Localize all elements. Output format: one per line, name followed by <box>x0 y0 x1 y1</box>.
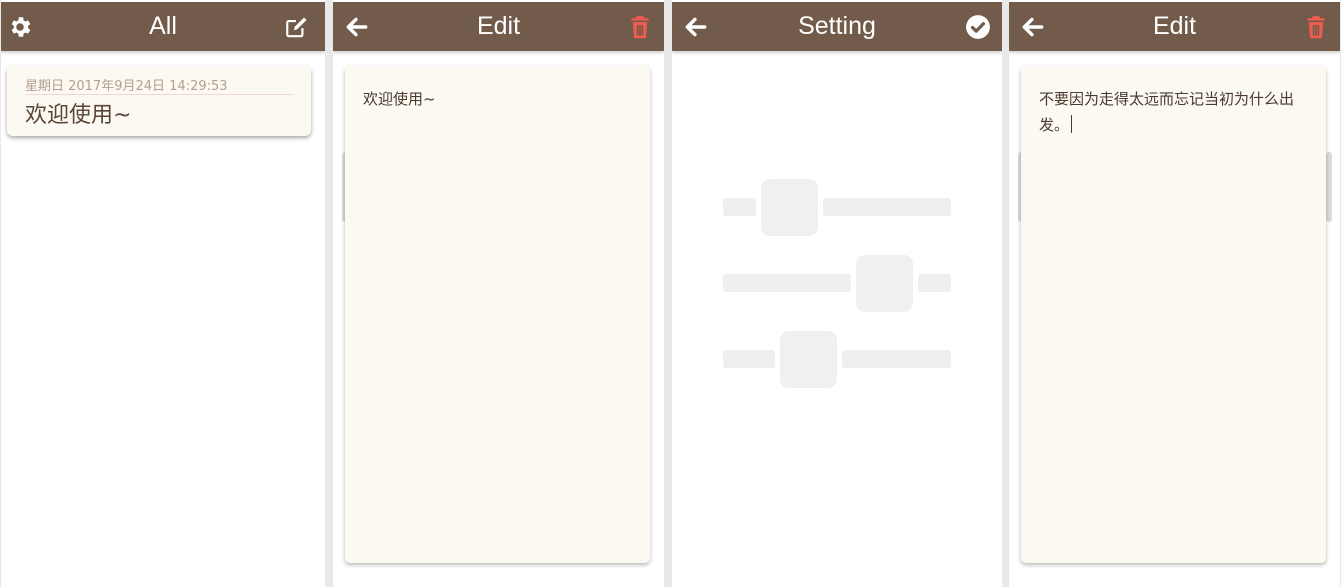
gear-icon[interactable] <box>7 14 33 40</box>
page-title: Edit <box>1152 12 1197 40</box>
top-bar: Setting <box>672 2 1002 51</box>
back-arrow-icon[interactable] <box>1020 14 1046 40</box>
note-card[interactable]: 星期日 2017年9月24日 14:29:53 欢迎使用~ <box>7 66 311 136</box>
check-circle-icon[interactable] <box>965 14 991 40</box>
paper-edge <box>1326 152 1332 222</box>
top-bar: Edit <box>1009 2 1340 51</box>
back-arrow-icon[interactable] <box>683 14 709 40</box>
note-text: 不要因为走得太远而忘记当初为什么出发。 <box>1039 90 1295 134</box>
note-preview: 欢迎使用~ <box>25 103 132 128</box>
note-date: 星期日 2017年9月24日 14:29:53 <box>25 79 228 94</box>
page-title: Setting <box>798 12 876 40</box>
note-editor[interactable]: 欢迎使用~ <box>345 66 650 563</box>
top-bar: All <box>1 2 325 51</box>
note-divider <box>25 94 293 95</box>
page-title: Edit <box>476 12 521 40</box>
back-arrow-icon[interactable] <box>344 14 370 40</box>
top-bar: Edit <box>333 2 664 51</box>
note-content[interactable]: 欢迎使用~ <box>363 86 629 112</box>
page-title: All <box>149 12 177 40</box>
screen-all: All 星期日 2017年9月24日 14:29:53 欢迎使用~ <box>1 0 325 587</box>
screen-edit-2: Edit 不要因为走得太远而忘记当初为什么出发。 <box>1009 0 1340 587</box>
note-content[interactable]: 不要因为走得太远而忘记当初为什么出发。 <box>1039 86 1305 138</box>
screen-setting: Setting <box>672 0 1002 587</box>
trash-icon[interactable] <box>1303 14 1329 40</box>
text-cursor <box>1071 115 1073 133</box>
screen-edit-1: Edit 欢迎使用~ <box>333 0 664 587</box>
note-editor[interactable]: 不要因为走得太远而忘记当初为什么出发。 <box>1021 66 1326 563</box>
trash-icon[interactable] <box>627 14 653 40</box>
edit-icon[interactable] <box>284 14 310 40</box>
